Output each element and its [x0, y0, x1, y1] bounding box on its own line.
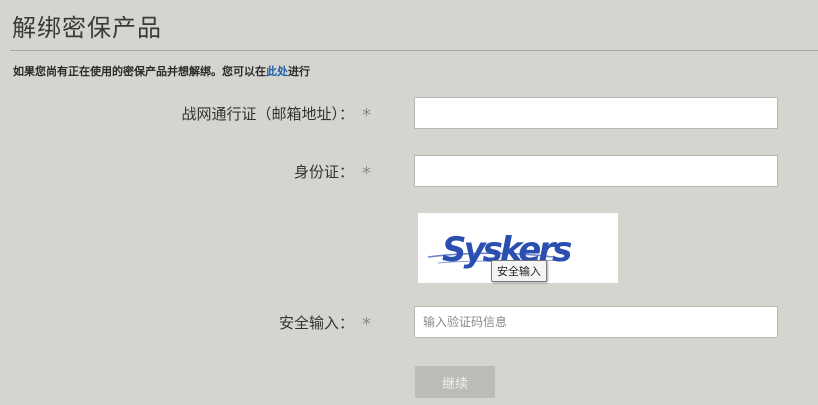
notice-text-end: 进行 [288, 65, 310, 78]
captcha-input[interactable] [414, 306, 778, 338]
security-input-required-mark: * [362, 314, 371, 335]
email-label-row: 战网通行证（邮箱地址）： * [181, 103, 371, 126]
id-card-label: 身份证： [293, 163, 354, 181]
security-input-label: 安全输入： [278, 314, 354, 332]
notice-here-link[interactable]: 此处 [266, 65, 288, 78]
email-label: 战网通行证（邮箱地址）： [181, 105, 354, 123]
email-field[interactable] [414, 97, 778, 129]
captcha-tooltip: 安全输入 [491, 260, 547, 282]
title-divider [10, 50, 818, 51]
unbind-notice: 如果您尚有正在使用的密保产品并想解绑。您可以在此处进行 [13, 63, 310, 79]
id-card-field[interactable] [414, 155, 778, 187]
id-card-label-row: 身份证： * [294, 161, 371, 184]
email-required-mark: * [362, 105, 371, 126]
continue-button[interactable]: 继续 [415, 366, 495, 398]
id-card-required-mark: * [362, 163, 371, 184]
page-title: 解绑密保产品 [12, 14, 162, 42]
security-input-label-row: 安全输入： * [279, 312, 371, 335]
notice-text: 如果您尚有正在使用的密保产品并想解绑。您可以在 [13, 65, 266, 78]
